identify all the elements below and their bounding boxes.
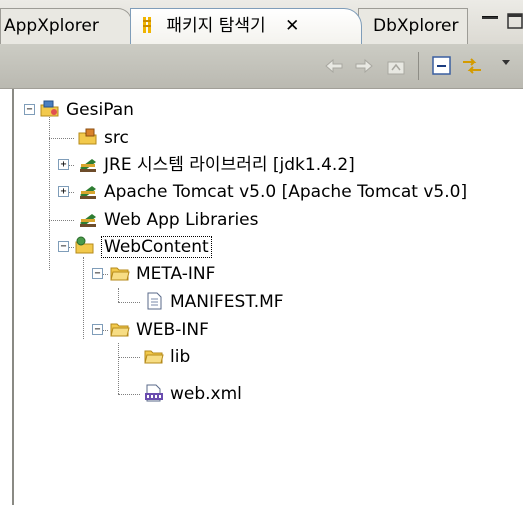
tree-item-webapp-libraries[interactable]: Web App Libraries <box>78 208 259 232</box>
tree-item-webcontent[interactable]: WebContent <box>75 235 212 259</box>
tree-item-label: MANIFEST.MF <box>170 292 284 312</box>
tree-item-jre-library[interactable]: JRE 시스템 라이브러리 [jdk1.4.2] <box>78 153 355 177</box>
tab-appxplorer[interactable]: AppXplorer <box>0 8 132 44</box>
tab-dbxplorer-label: DbXplorer <box>373 16 459 36</box>
text-file-icon <box>147 292 162 310</box>
java-project-icon <box>40 100 59 117</box>
tab-strip: AppXplorer DbXplorer 패키지 탐색기 ✕ <box>0 0 523 45</box>
tree-item-project[interactable]: GesiPan <box>40 98 134 122</box>
tree-connector <box>118 302 140 303</box>
library-icon <box>80 214 96 227</box>
up-folder-icon[interactable] <box>384 54 408 78</box>
toolbar-separator <box>418 52 419 80</box>
expand-toggle[interactable]: + <box>58 186 69 197</box>
view-toolbar <box>0 44 523 89</box>
tree-connector <box>118 394 140 395</box>
library-icon <box>80 159 96 172</box>
tree-item-src[interactable]: src <box>78 126 129 150</box>
xml-file-icon <box>145 384 163 402</box>
package-explorer-view: AppXplorer DbXplorer 패키지 탐색기 ✕ − + + − −… <box>0 0 523 505</box>
source-folder-icon <box>78 128 97 145</box>
folder-icon <box>110 267 130 281</box>
tree-item-label: lib <box>170 347 191 367</box>
expand-toggle[interactable]: + <box>58 159 69 170</box>
forward-arrow-icon[interactable] <box>352 54 376 78</box>
tree-connector <box>118 288 119 302</box>
view-menu-icon[interactable] <box>496 54 516 78</box>
tree-item-lib[interactable]: lib <box>144 345 190 369</box>
tree-item-label: GesiPan <box>66 100 134 120</box>
tree-item-label: web.xml <box>170 384 242 404</box>
tree-connector <box>49 112 50 270</box>
tree-connector <box>118 343 119 394</box>
collapse-toggle[interactable]: − <box>58 241 69 252</box>
tree-item-label: META-INF <box>136 264 216 284</box>
package-explorer-icon <box>143 17 151 33</box>
web-folder-icon <box>75 236 94 254</box>
view-left-border <box>12 89 14 505</box>
tree-item-meta-inf[interactable]: META-INF <box>110 262 215 286</box>
tab-dbxplorer[interactable]: DbXplorer <box>358 8 468 44</box>
folder-icon <box>144 350 164 364</box>
window-controls <box>482 13 523 29</box>
tree-item-label: WEB-INF <box>136 320 209 340</box>
tree-item-tomcat-library[interactable]: Apache Tomcat v5.0 [Apache Tomcat v5.0] <box>78 180 467 204</box>
tab-package-explorer-label: 패키지 탐색기 <box>166 16 266 36</box>
tree-connector <box>49 220 74 221</box>
collapse-toggle[interactable]: − <box>24 104 35 115</box>
minimize-icon[interactable] <box>482 16 498 19</box>
link-with-editor-icon[interactable] <box>460 54 484 78</box>
tree-item-label: src <box>104 128 129 148</box>
maximize-icon[interactable] <box>507 13 523 29</box>
tree-item-webxml[interactable]: web.xml <box>144 382 242 406</box>
tree-connector <box>83 257 84 339</box>
tree-item-label: WebContent <box>101 236 212 258</box>
tree-item-label: JRE 시스템 라이브러리 [jdk1.4.2] <box>104 155 355 175</box>
tree-connector <box>118 357 140 358</box>
tree-item-web-inf[interactable]: WEB-INF <box>110 318 209 342</box>
collapse-toggle[interactable]: − <box>92 268 103 279</box>
tree-item-manifest[interactable]: MANIFEST.MF <box>144 290 284 314</box>
library-icon <box>80 186 96 199</box>
tree-connector <box>49 138 74 139</box>
folder-icon <box>110 323 130 337</box>
tab-appxplorer-label: AppXplorer <box>4 16 99 36</box>
collapse-toggle[interactable]: − <box>92 324 103 335</box>
back-arrow-icon[interactable] <box>322 54 346 78</box>
close-icon[interactable]: ✕ <box>285 9 299 43</box>
collapse-all-icon[interactable] <box>430 54 454 78</box>
tree-item-label: Apache Tomcat v5.0 [Apache Tomcat v5.0] <box>104 182 468 202</box>
tab-package-explorer[interactable]: 패키지 탐색기 ✕ <box>130 8 362 44</box>
tree-item-label: Web App Libraries <box>104 210 259 230</box>
